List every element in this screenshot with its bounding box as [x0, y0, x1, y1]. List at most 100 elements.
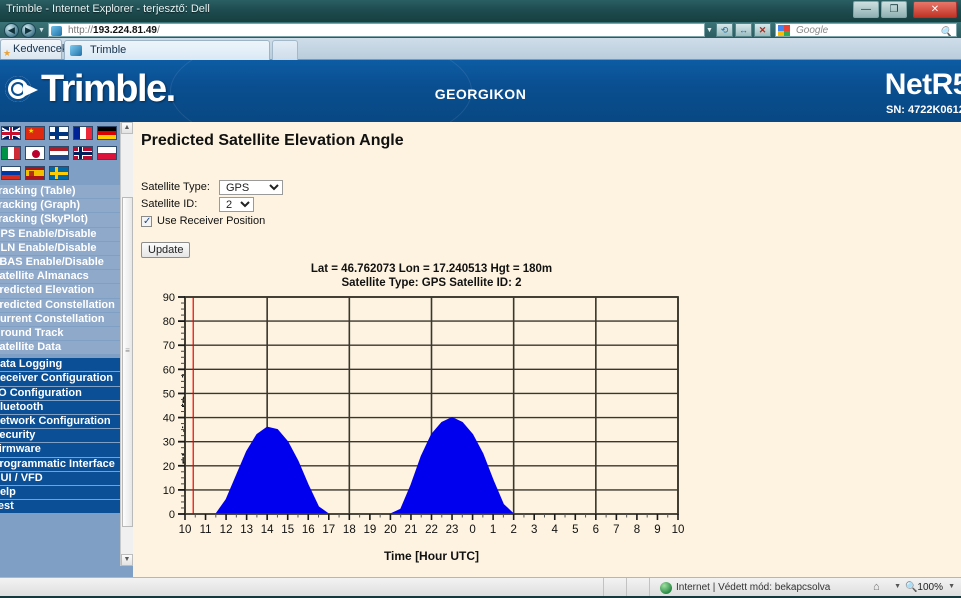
search-icon[interactable]: 🔍	[940, 26, 952, 36]
scroll-down-icon[interactable]: ▼	[121, 554, 133, 566]
sidebar-item-receiver-configuration[interactable]: Receiver Configuration	[0, 372, 120, 386]
scroll-up-icon[interactable]: ▲	[121, 122, 133, 134]
sidebar-item-bluetooth[interactable]: Bluetooth	[0, 400, 120, 414]
sidebar-item-tracking-graph[interactable]: Tracking (Graph)	[0, 199, 120, 213]
sidebar-item-gps-enable-disable[interactable]: GPS Enable/Disable	[0, 227, 120, 241]
address-input[interactable]: http://193.224.81.49/	[48, 23, 705, 37]
status-segment-2	[605, 578, 627, 598]
sidebar-item-satellite-almanacs[interactable]: Satellite Almanacs	[0, 270, 120, 284]
sidebar-item-label: I/O Configuration	[0, 386, 82, 399]
sidebar-nav-list: Tracking (Table) Tracking (Graph) Tracking…	[0, 185, 120, 514]
flag-sweden[interactable]	[49, 166, 69, 180]
use-receiver-position-checkbox[interactable]	[141, 214, 152, 229]
sidebar-item-satellite-data[interactable]: Satellite Data	[0, 341, 120, 355]
window-maximize-button[interactable]: ❐	[881, 1, 907, 18]
compatibility-view-button[interactable]: ⟲	[716, 23, 733, 37]
satellite-id-label: Satellite ID:	[141, 198, 198, 210]
sidebar-item-label: Help	[0, 485, 16, 498]
magnifier-icon: 🔍	[905, 582, 918, 593]
sidebar-item-gui-vfd[interactable]: GUI / VFD	[0, 471, 120, 485]
elevation-chart: Lat = 46.762073 Lon = 17.240513 Hgt = 18…	[133, 262, 961, 577]
flag-france[interactable]	[73, 126, 93, 140]
window-minimize-button[interactable]: —	[853, 1, 879, 18]
back-button[interactable]: ◀	[4, 23, 19, 38]
flag-united-kingdom[interactable]	[1, 126, 21, 140]
window-close-button[interactable]: ✕	[913, 1, 957, 18]
use-receiver-position-row[interactable]: Use Receiver Position	[141, 214, 265, 231]
chart-x-tick-label: 7	[613, 524, 619, 536]
sidebar-item-label: Programmatic Interface	[0, 457, 115, 470]
new-tab-button[interactable]	[272, 40, 298, 60]
chart-x-tick-label: 8	[634, 524, 640, 536]
shield-icon[interactable]	[873, 581, 887, 594]
chart-subtitle: Satellite Type: GPS Satellite ID: 2	[341, 277, 522, 289]
chart-x-tick-label: 15	[281, 524, 294, 536]
device-model: NetR5	[884, 68, 961, 101]
flag-china[interactable]: ★	[25, 126, 45, 140]
flag-russia[interactable]	[1, 166, 21, 180]
search-input[interactable]: Google 🔍	[775, 23, 957, 37]
zoom-level-indicator[interactable]: 🔍 100%	[905, 582, 943, 593]
flag-netherlands[interactable]	[49, 146, 69, 160]
sidebar-item-security[interactable]: Security	[0, 429, 120, 443]
flag-japan[interactable]	[25, 146, 45, 160]
sidebar-item-label: Security	[0, 429, 36, 442]
chart-x-tick-label: 6	[593, 524, 599, 536]
satellite-id-select[interactable]: 12345678910	[219, 197, 254, 212]
chart-plot-svg: 010203040506070809010 11 12 13 14 15 16 17 18 19 2…	[163, 292, 685, 536]
security-zone-indicator[interactable]: Internet | Védett mód: bekapcsolva	[660, 582, 830, 594]
chart-y-tick-label: 70	[163, 340, 175, 352]
sidebar-item-label: Predicted Constellation	[0, 298, 115, 311]
flag-norway[interactable]	[73, 146, 93, 160]
sidebar-item-label: SBAS Enable/Disable	[0, 255, 104, 268]
favorites-button[interactable]: ★ Kedvencek	[0, 39, 67, 59]
sidebar-item-tracking-skyplot[interactable]: Tracking (SkyPlot)	[0, 213, 120, 227]
sidebar-item-network-configuration[interactable]: Network Configuration	[0, 415, 120, 429]
flag-spain[interactable]	[25, 166, 45, 180]
sidebar-item-i-o-configuration[interactable]: I/O Configuration	[0, 386, 120, 400]
sidebar-item-ground-track[interactable]: Ground Track	[0, 326, 120, 341]
zoom-level-text: 100%	[917, 582, 943, 593]
sidebar-item-sbas-enable-disable[interactable]: SBAS Enable/Disable	[0, 255, 120, 270]
flag-poland[interactable]	[97, 146, 117, 160]
go-button[interactable]: ↔	[735, 23, 752, 37]
chart-x-tick-label: 0	[469, 524, 475, 536]
sidebar-item-help[interactable]: Help	[0, 485, 120, 500]
update-button[interactable]: Update	[141, 242, 191, 258]
sidebar-item-current-constellation[interactable]: Current Constellation	[0, 312, 120, 326]
satellite-type-label: Satellite Type:	[141, 181, 210, 193]
zoom-caret-icon[interactable]: ▼	[948, 583, 955, 590]
flag-germany[interactable]	[97, 126, 117, 140]
chart-x-tick-label: 17	[322, 524, 335, 536]
sidebar-item-label: Receiver Configuration	[0, 372, 114, 385]
history-dropdown-icon[interactable]: ▼	[38, 27, 45, 34]
sidebar-item-tracking-table[interactable]: Tracking (Table)	[0, 185, 120, 199]
sidebar-item-predicted-elevation[interactable]: Predicted Elevation	[0, 284, 120, 298]
stop-button[interactable]: ✕	[754, 23, 771, 37]
chart-x-tick-label: 21	[405, 524, 418, 536]
sidebar-vertical-scrollbar[interactable]: ▲ ▼	[120, 122, 133, 566]
close-icon: ✕	[930, 4, 940, 15]
page-favicon-icon	[51, 26, 62, 36]
tab-trimble[interactable]: Trimble	[64, 40, 270, 60]
sidebar-item-data-logging[interactable]: Data Logging	[0, 358, 120, 372]
satellite-type-select[interactable]: GPSGLONASSSBAS	[219, 180, 283, 195]
minimize-icon: —	[861, 4, 871, 15]
sidebar-item-label: Satellite Almanacs	[0, 270, 89, 283]
flag-italy[interactable]	[1, 146, 21, 160]
forward-button[interactable]: ▶	[21, 23, 36, 38]
flag-finland[interactable]	[49, 126, 69, 140]
sidebar-item-firmware[interactable]: Firmware	[0, 443, 120, 457]
sidebar-item-programmatic-interface[interactable]: Programmatic Interface	[0, 457, 120, 471]
sidebar-item-gln-enable-disable[interactable]: GLN Enable/Disable	[0, 241, 120, 255]
address-dropdown-icon[interactable]: ▼	[706, 27, 713, 34]
sidebar-item-predicted-constellation[interactable]: Predicted Constellation	[0, 298, 120, 312]
sidebar-item-label: Bluetooth	[0, 400, 44, 413]
sidebar-item-test[interactable]: Test	[0, 500, 120, 514]
sidebar-item-label: Network Configuration	[0, 415, 111, 427]
device-serial-number: SN: 4722K06122	[885, 104, 961, 116]
chart-x-tick-label: 13	[240, 524, 253, 536]
sidebar-vertical-scroll-thumb[interactable]	[122, 197, 133, 527]
protected-mode-caret-icon[interactable]: ▼	[894, 583, 901, 590]
favorites-label: Kedvencek	[13, 43, 68, 55]
